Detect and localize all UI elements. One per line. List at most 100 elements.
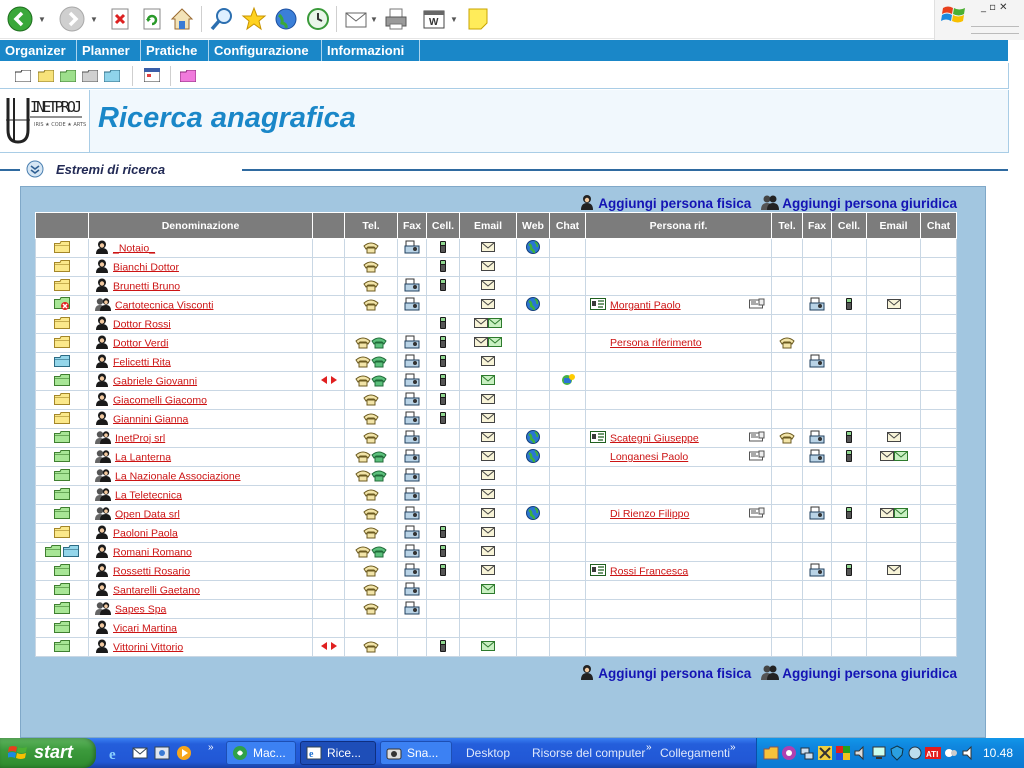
edit-icon[interactable]: W bbox=[420, 5, 448, 33]
forward-dropdown-icon[interactable]: ▼ bbox=[90, 15, 98, 24]
collapse-chevron-icon[interactable] bbox=[26, 160, 44, 178]
email-icon[interactable] bbox=[481, 393, 495, 407]
fax-icon[interactable] bbox=[404, 468, 420, 485]
green-folder-icon[interactable] bbox=[54, 449, 70, 465]
table-row[interactable]: Cartotecnica Visconti Morganti Paolo bbox=[35, 295, 957, 315]
web-globe-icon[interactable] bbox=[526, 448, 540, 466]
contact-name-link[interactable]: Rossetti Rosario bbox=[113, 565, 190, 577]
phone-icon[interactable] bbox=[363, 639, 379, 656]
tray-security-icon[interactable] bbox=[835, 745, 851, 761]
table-row[interactable]: Paoloni Paola bbox=[35, 523, 957, 543]
email-icon[interactable] bbox=[481, 564, 495, 578]
toolbar-my-computer[interactable]: Risorse del computer bbox=[532, 746, 645, 760]
mail-dropdown-icon[interactable]: ▼ bbox=[370, 15, 378, 24]
green-folder-icon[interactable] bbox=[54, 487, 70, 503]
email-icon[interactable] bbox=[481, 488, 495, 502]
green-folder-icon[interactable] bbox=[54, 506, 70, 522]
email-green-icon[interactable] bbox=[893, 507, 908, 521]
yellow-folder-icon[interactable] bbox=[37, 69, 55, 83]
reference-person-link[interactable]: Scategni Giuseppe bbox=[610, 432, 699, 444]
table-row[interactable]: InetProj srl Scategni Giuseppe bbox=[35, 428, 957, 448]
window-controls[interactable]: _ ▫ ✕ bbox=[981, 2, 1008, 13]
outlook-quicklaunch-icon[interactable] bbox=[132, 745, 148, 761]
reference-person-link[interactable]: Rossi Francesca bbox=[610, 565, 688, 577]
menu-informazioni[interactable]: Informazioni bbox=[322, 40, 420, 61]
table-row[interactable]: Brunetti Bruno bbox=[35, 276, 957, 296]
phone-icon[interactable] bbox=[355, 335, 371, 352]
email-icon[interactable] bbox=[481, 412, 495, 426]
table-row[interactable]: Vittorini Vittorio bbox=[35, 637, 957, 657]
phone-icon[interactable] bbox=[363, 297, 379, 314]
search-icon[interactable] bbox=[208, 5, 236, 33]
contact-name-link[interactable]: Dottor Rossi bbox=[113, 318, 171, 330]
task-mac[interactable]: Mac... bbox=[226, 741, 296, 765]
contact-name-link[interactable]: Giacomelli Giacomo bbox=[113, 394, 207, 406]
refresh-icon[interactable] bbox=[138, 5, 166, 33]
teal-folder-icon[interactable] bbox=[54, 354, 70, 370]
green-folder-icon[interactable] bbox=[59, 69, 77, 83]
menu-pratiche[interactable]: Pratiche bbox=[141, 40, 209, 61]
yellow-folder-icon[interactable] bbox=[54, 525, 70, 541]
phone-icon[interactable] bbox=[363, 487, 379, 504]
edit-dropdown-icon[interactable]: ▼ bbox=[450, 15, 458, 24]
fax-icon[interactable] bbox=[809, 430, 825, 447]
toolbar-chevron-icon[interactable]: » bbox=[646, 742, 652, 753]
deleted-folder-icon[interactable] bbox=[54, 296, 70, 314]
tray-shield-icon[interactable] bbox=[889, 745, 905, 761]
contact-name-link[interactable]: La Nazionale Associazione bbox=[115, 470, 241, 482]
teal-folder-icon[interactable] bbox=[63, 544, 80, 560]
reference-person-link[interactable]: Di Rienzo Filippo bbox=[610, 508, 689, 520]
email-icon[interactable] bbox=[481, 298, 495, 312]
note-icon[interactable] bbox=[464, 5, 492, 33]
add-physical-person-link[interactable]: Aggiungi persona fisica bbox=[598, 666, 751, 681]
forward-icon[interactable] bbox=[58, 5, 86, 33]
tray-mail-icon[interactable] bbox=[781, 745, 797, 761]
media-globe-icon[interactable] bbox=[272, 5, 300, 33]
email-icon[interactable] bbox=[481, 355, 495, 369]
contact-name-link[interactable]: La Lanterna bbox=[115, 451, 171, 463]
contact-name-link[interactable]: Giannini Gianna bbox=[113, 413, 188, 425]
phone-icon[interactable] bbox=[363, 506, 379, 523]
fax-icon[interactable] bbox=[404, 525, 420, 542]
green-folder-icon[interactable] bbox=[54, 373, 70, 389]
tray-sound-icon[interactable] bbox=[961, 745, 977, 761]
table-row[interactable]: Romani Romano bbox=[35, 542, 957, 562]
table-row[interactable]: Santarelli Gaetano bbox=[35, 580, 957, 600]
web-globe-icon[interactable] bbox=[526, 505, 540, 523]
tray-x-icon[interactable] bbox=[817, 745, 833, 761]
tray-folder-icon[interactable] bbox=[763, 745, 779, 761]
table-row[interactable]: Giannini Gianna bbox=[35, 409, 957, 429]
toolbar-chevron-icon[interactable]: » bbox=[730, 742, 736, 753]
teal-folder-icon[interactable] bbox=[103, 69, 121, 83]
yellow-folder-icon[interactable] bbox=[54, 278, 70, 294]
phone-green-icon[interactable] bbox=[371, 468, 387, 485]
contact-name-link[interactable]: Romani Romano bbox=[113, 546, 192, 558]
reference-person-link[interactable]: Persona riferimento bbox=[610, 337, 702, 349]
contact-name-link[interactable]: InetProj srl bbox=[115, 432, 165, 444]
contact-name-link[interactable]: Cartotecnica Visconti bbox=[115, 299, 213, 311]
phone-book-icon[interactable] bbox=[749, 450, 765, 465]
task-ricerca[interactable]: e Rice... bbox=[300, 741, 376, 765]
mobile-phone-icon[interactable] bbox=[439, 525, 447, 542]
mobile-phone-icon[interactable] bbox=[845, 430, 853, 447]
phone-icon[interactable] bbox=[363, 582, 379, 599]
reference-person-link[interactable]: Morganti Paolo bbox=[610, 299, 681, 311]
contact-card-icon[interactable] bbox=[590, 563, 606, 579]
tray-network-icon[interactable] bbox=[799, 745, 815, 761]
table-row[interactable]: Sapes Spa bbox=[35, 599, 957, 619]
email-green-icon[interactable] bbox=[488, 336, 502, 350]
mobile-phone-icon[interactable] bbox=[439, 563, 447, 580]
fax-icon[interactable] bbox=[809, 563, 825, 580]
table-row[interactable]: Gabriele Giovanni bbox=[35, 371, 957, 391]
favorites-star-icon[interactable] bbox=[240, 5, 268, 33]
phone-icon[interactable] bbox=[363, 259, 379, 276]
green-folder-icon[interactable] bbox=[54, 430, 70, 446]
fax-icon[interactable] bbox=[404, 582, 420, 599]
mobile-phone-icon[interactable] bbox=[845, 506, 853, 523]
back-icon[interactable] bbox=[6, 5, 34, 33]
contact-name-link[interactable]: Bianchi Dottor bbox=[113, 261, 179, 273]
table-row[interactable]: La Teletecnica bbox=[35, 485, 957, 505]
email-icon[interactable] bbox=[474, 317, 488, 331]
phone-green-icon[interactable] bbox=[371, 354, 387, 371]
mobile-phone-icon[interactable] bbox=[439, 240, 447, 257]
